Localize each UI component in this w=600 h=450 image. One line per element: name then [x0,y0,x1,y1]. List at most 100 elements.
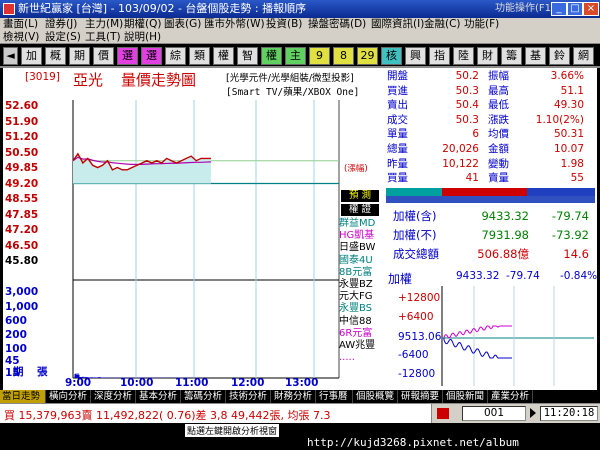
toolbar-button-8[interactable]: 權 [213,47,234,65]
toolbar-button-1[interactable]: 概 [45,47,66,65]
quote-value: 50.31 [553,128,584,141]
menu-international[interactable]: 國際資訊(I) [371,18,424,31]
menu-screen[interactable]: 畫面(L) [3,18,38,31]
toolbar-button-6[interactable]: 綜 [165,47,186,65]
quote-value: 49.30 [553,99,584,112]
toolbar-button-15[interactable]: 核 [381,47,402,65]
menu-trading-code[interactable]: 操盤密碼(D) [308,18,366,31]
toolbar-button-10[interactable]: 權 [261,47,282,65]
toolbar-button-19[interactable]: 財 [477,47,498,65]
page-number[interactable]: 001 [462,406,526,421]
broker-item[interactable]: 中信88 [339,316,384,328]
toolbar-button-5[interactable]: 選 [141,47,162,65]
warrant-header[interactable]: 權 證 [341,204,379,216]
broker-item[interactable]: 8B元富 [339,267,384,279]
quote-label: 漲跌 [488,113,509,126]
toolbar-button-11[interactable]: 主 [285,47,306,65]
minimize-button[interactable]: _ [551,2,567,16]
broker-item[interactable]: 群益MD [339,218,384,230]
broker-item[interactable]: 永豐BS [339,303,384,315]
watermark-url: http://kujd3268.pixnet.net/album [307,436,519,449]
time-axis-tick: 11:00 [175,377,208,389]
index-mini-chart[interactable] [384,266,597,390]
quote-label: 變動 [488,157,509,170]
quote-value: 51.1 [560,84,584,97]
tab-5[interactable]: 技術分析 [227,390,271,403]
tab-3[interactable]: 基本分析 [137,390,181,403]
menu-options[interactable]: 期權(Q) [124,18,161,31]
menu-settings[interactable]: 設定(S) [45,31,81,44]
broker-item[interactable]: 6R元富 [339,328,384,340]
index-change: 14.6 [563,247,589,261]
toolbar-button-2[interactable]: 期 [69,47,90,65]
quote-value: 1.10(2%) [535,113,584,126]
tab-6[interactable]: 財務分析 [272,390,316,403]
analysis-tab-bar: 當日走勢 橫向分析 深度分析 基本分析 籌碼分析 技術分析 財務分析 行事曆 個股概覽 研報摘要個… [0,390,600,403]
menu-forex[interactable]: 匯市外幣(W) [204,18,265,31]
bid-ask-bar [386,188,595,196]
index-row: 加權(含) 9433.32 -79.74 [384,210,597,226]
time-axis-tick: 13:00 [285,377,318,389]
tab-11[interactable]: 產業分析 [489,390,533,403]
toolbar-button-3[interactable]: 價 [93,47,114,65]
broker-item[interactable]: 元大FG [339,291,384,303]
tab-7[interactable]: 行事曆 [317,390,353,403]
maximize-button[interactable]: □ [567,2,583,16]
close-button[interactable]: × [583,2,599,16]
broker-item[interactable]: 永豐BZ [339,279,384,291]
quote-row: 昨量 10,122 變動 1.98 [384,158,597,171]
quote-label: 賣量 [488,172,509,185]
tab-1[interactable]: 橫向分析 [47,390,91,403]
tab-0[interactable]: 當日走勢 [0,390,46,403]
index-row: 加權(不) 7931.98 -73.92 [384,229,597,245]
broker-more[interactable]: ..... [339,352,384,364]
toolbar-arrow-icon[interactable]: ◄ [3,47,18,65]
menu-help[interactable]: 說明(H) [124,31,161,44]
broker-item[interactable]: HG凱基 [339,230,384,242]
price-volume-chart[interactable]: 9:00 10:00 11:00 12:00 13:00 [3,68,384,390]
menu-main-force[interactable]: 主力(M) [85,18,123,31]
quote-value: 55 [570,172,584,185]
price-area-fill [73,153,211,184]
menu-invest[interactable]: 投資(B) [266,18,302,31]
tab-10[interactable]: 個股新聞 [444,390,488,403]
toolbar-button-7[interactable]: 類 [189,47,210,65]
menu-finance[interactable]: 金融(C) [424,18,461,31]
tab-2[interactable]: 深度分析 [92,390,136,403]
mini-index-line [443,338,512,359]
toolbar-button-22[interactable]: 鈴 [549,47,570,65]
index-row: 成交總額 506.88億 14.6 [384,248,597,264]
toolbar-button-14[interactable]: 29 [357,47,378,65]
toolbar-button-20[interactable]: 籌 [501,47,522,65]
play-icon[interactable] [530,408,536,418]
broker-item[interactable]: 國泰4U [339,255,384,267]
menu-charts[interactable]: 圖表(G) [164,18,201,31]
toolbar-button-13[interactable]: 8 [333,47,354,65]
menu-functions[interactable]: 功能(F) [464,18,499,31]
toolbar-button-23[interactable]: 網 [573,47,594,65]
order-summary: 買 15,379,963賣 11,492,822( 0.76)差 3,8 49,… [4,409,331,422]
quote-label: 均價 [488,128,509,141]
broker-item[interactable]: AW兆豐 [339,340,384,352]
time-axis-tick: 12:00 [231,377,264,389]
broker-item[interactable]: 日盛BW [339,242,384,254]
toolbar-button-9[interactable]: 智 [237,47,258,65]
toolbar-button-18[interactable]: 陸 [453,47,474,65]
tab-8[interactable]: 個股概覽 [354,390,398,403]
menu-view[interactable]: 檢視(V) [3,31,39,44]
toolbar-button-4[interactable]: 選 [117,47,138,65]
toolbar-button-0[interactable]: 加 [21,47,42,65]
help-label[interactable]: 功能操作(F1) [495,0,555,18]
toolbar-button-12[interactable]: 9 [309,47,330,65]
toolbar-button-16[interactable]: 興 [405,47,426,65]
toolbar-button-21[interactable]: 基 [525,47,546,65]
quote-label: 最高 [488,84,509,97]
toolbar-button-17[interactable]: 指 [429,47,450,65]
menu-securities[interactable]: 證券(J) [45,18,77,31]
tab-9[interactable]: 研報摘要 [399,390,443,403]
menu-tools[interactable]: 工具(T) [85,31,121,44]
footer: 點選左鍵開啟分析視窗 http://kujd3268.pixnet.net/al… [0,423,600,450]
forecast-button[interactable]: 預 測 [341,190,379,202]
quote-value: 41 [465,172,479,185]
tab-4[interactable]: 籌碼分析 [182,390,226,403]
